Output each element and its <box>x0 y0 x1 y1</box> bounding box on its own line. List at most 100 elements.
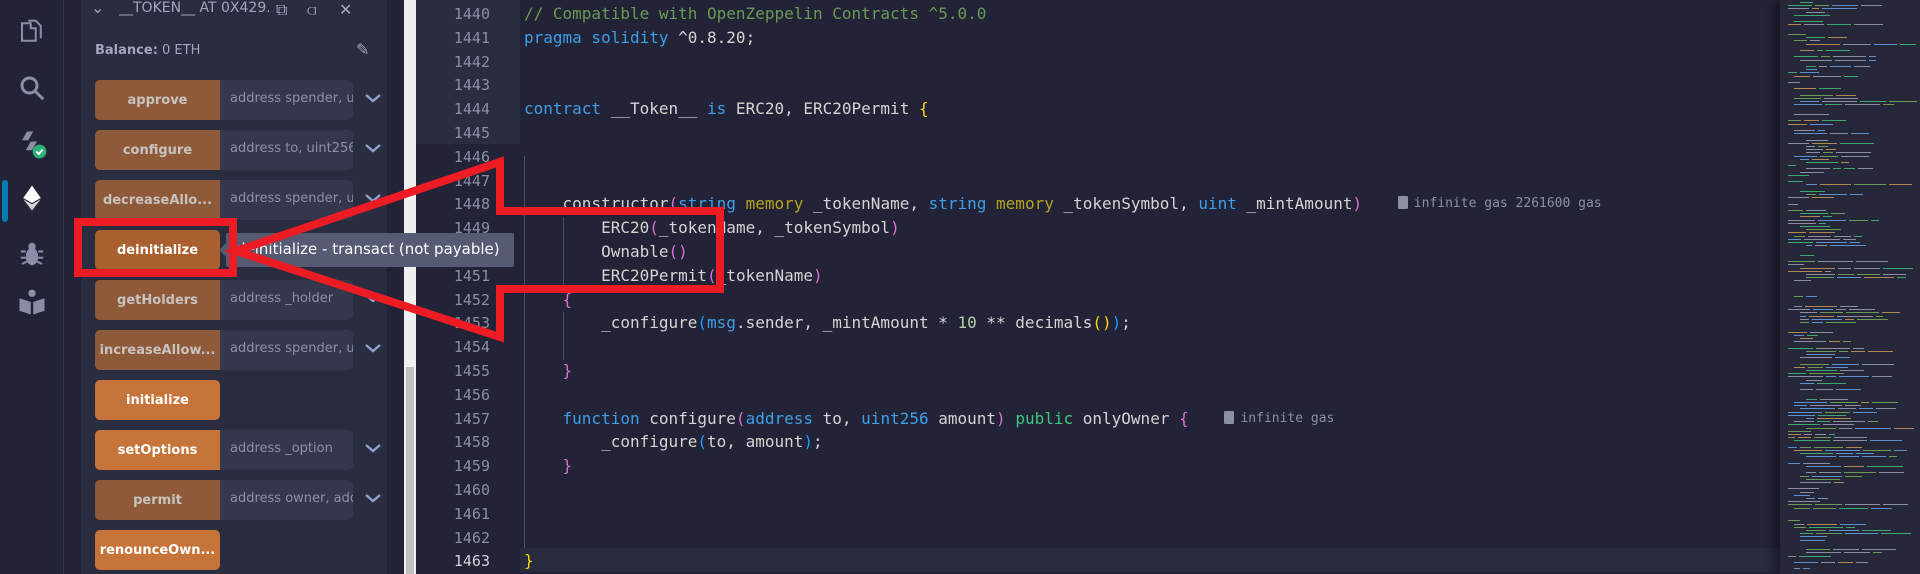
minimap-line <box>1818 498 1828 499</box>
minimap-line <box>1853 267 1881 269</box>
minimap-line <box>1830 402 1858 403</box>
pin-icon[interactable]: ⫏ <box>307 0 316 20</box>
minimap-line <box>1788 174 1809 176</box>
minimap-line <box>1820 398 1849 400</box>
function-button[interactable]: approve <box>95 80 220 120</box>
code-token: ; <box>813 432 823 452</box>
minimap-line <box>1837 408 1857 410</box>
minimap-line <box>1794 114 1829 115</box>
line-number: 1455 <box>453 362 490 380</box>
minimap[interactable] <box>1780 0 1920 574</box>
function-args-input[interactable]: address spender, u <box>220 330 353 370</box>
minimap-line <box>1851 133 1869 135</box>
line-number: 1460 <box>453 481 490 499</box>
function-button[interactable]: increaseAllow... <box>95 330 220 370</box>
minimap-line <box>1850 242 1861 243</box>
minimap-line <box>1817 418 1851 419</box>
minimap-line <box>1800 536 1828 538</box>
minimap-line <box>1867 421 1879 423</box>
minimap-line <box>1817 382 1847 384</box>
chevron-down-icon[interactable] <box>363 138 383 158</box>
code-line: constructor(string memory _tokenName, st… <box>524 192 1363 216</box>
minimap-line <box>1794 341 1827 343</box>
function-button[interactable]: renounceOwn... <box>95 530 220 570</box>
minimap-line <box>1800 363 1830 365</box>
code-token: _mintAmount <box>1236 194 1353 214</box>
code-token: ) <box>803 432 813 452</box>
minimap-line <box>1800 382 1815 384</box>
function-button[interactable]: setOptions <box>95 430 220 470</box>
line-number: 1458 <box>453 433 490 452</box>
learneth-icon[interactable] <box>14 284 50 320</box>
line-number: 1444 <box>453 100 490 119</box>
minimap-line <box>1794 421 1814 423</box>
debugger-icon[interactable] <box>14 236 50 272</box>
minimap-line <box>1794 75 1811 77</box>
copy-icon[interactable]: ⧉ <box>276 0 287 20</box>
close-icon[interactable]: ✕ <box>339 0 352 19</box>
minimap-line <box>1844 504 1880 506</box>
file-explorer-icon[interactable] <box>14 14 50 50</box>
minimap-line <box>1806 530 1827 531</box>
code-token: public <box>1005 408 1074 428</box>
chevron-down-icon[interactable] <box>363 88 383 108</box>
minimap-line <box>1845 446 1863 448</box>
code-token: { <box>918 99 929 119</box>
search-icon[interactable] <box>14 70 50 106</box>
deploy-run-icon[interactable] <box>14 180 50 216</box>
minimap-line <box>1870 440 1902 442</box>
minimap-line <box>1794 523 1804 525</box>
function-button[interactable]: configure <box>95 130 220 170</box>
function-args-input[interactable]: address spender, u <box>220 180 353 220</box>
chevron-down-icon[interactable] <box>363 338 383 358</box>
solidity-compiler-icon[interactable] <box>14 126 50 162</box>
line-number: 1443 <box>453 76 490 95</box>
chevron-down-icon[interactable]: ⌄ <box>91 0 104 17</box>
minimap-line <box>1844 475 1863 477</box>
minimap-line <box>1788 504 1812 506</box>
minimap-line <box>1825 322 1857 323</box>
minimap-line <box>1806 523 1837 525</box>
function-button[interactable]: decreaseAllo... <box>95 180 220 220</box>
function-button[interactable]: getHolders <box>95 280 220 320</box>
instance-title: __TOKEN__ AT 0X429...E24 <box>119 0 269 16</box>
minimap-line <box>1788 430 1812 432</box>
minimap-line <box>1850 350 1866 352</box>
function-args-input[interactable]: address _option <box>220 430 353 470</box>
code-token: memory <box>735 194 804 214</box>
minimap-line <box>1840 162 1850 163</box>
minimap-line <box>1816 389 1834 391</box>
function-args-input[interactable]: address spender, u <box>220 80 353 120</box>
minimap-line <box>1881 533 1912 535</box>
minimap-line <box>1828 37 1848 39</box>
code-line: } <box>524 549 534 573</box>
minimap-line <box>1837 315 1873 317</box>
code-token: { <box>562 289 573 309</box>
minimap-line <box>1843 466 1865 467</box>
minimap-line <box>1826 376 1836 378</box>
chevron-down-icon[interactable] <box>363 188 383 208</box>
line-number: 1459 <box>453 457 490 476</box>
minimap-line <box>1800 408 1835 410</box>
chevron-down-icon[interactable] <box>363 438 383 458</box>
line-number: 1441 <box>453 28 490 47</box>
function-row: getHolders address _holder <box>95 280 385 320</box>
minimap-line <box>1794 40 1808 42</box>
minimap-line <box>1883 267 1914 269</box>
code-token: () <box>1092 313 1112 333</box>
scrollbar-thumb[interactable] <box>406 367 414 574</box>
function-args-input[interactable]: address to, uint256 <box>220 130 353 170</box>
minimap-line <box>1862 549 1896 551</box>
minimap-line <box>1815 245 1827 247</box>
chevron-down-icon[interactable] <box>363 288 383 308</box>
chevron-down-icon[interactable] <box>363 488 383 508</box>
edit-icon[interactable]: ✎ <box>356 40 369 59</box>
function-button[interactable]: initialize <box>95 380 220 420</box>
function-button[interactable]: deinitialize <box>95 230 220 270</box>
function-args-input[interactable]: address _holder <box>220 280 353 320</box>
function-button[interactable]: permit <box>95 480 220 520</box>
minimap-line <box>1836 389 1861 391</box>
minimap-line <box>1788 520 1801 522</box>
code-token: _tokenName, <box>803 194 929 214</box>
function-args-input[interactable]: address owner, add <box>220 480 353 520</box>
